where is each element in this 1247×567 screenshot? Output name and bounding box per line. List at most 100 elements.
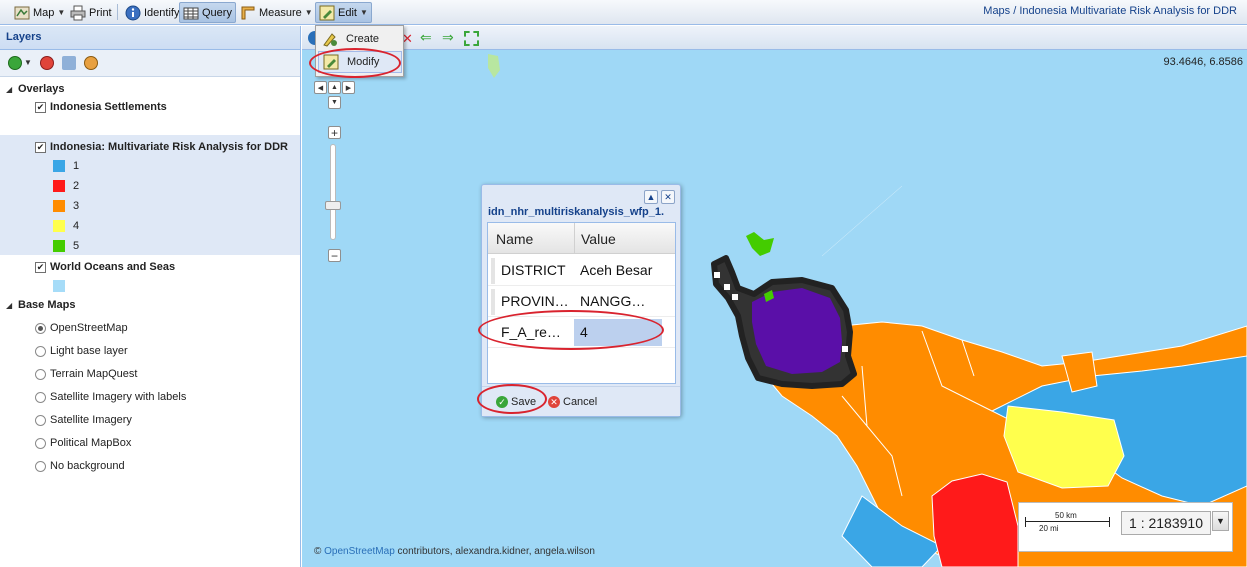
column-header-name[interactable]: Name — [496, 231, 533, 247]
vertex-handle[interactable] — [842, 346, 848, 352]
basemap-radio[interactable] — [35, 437, 46, 449]
breadcrumb[interactable]: Maps / Indonesia Multivariate Risk Analy… — [983, 5, 1237, 17]
edit-dropdown-menu: Create Modify — [315, 25, 404, 77]
wrench-icon[interactable] — [62, 56, 76, 70]
map-layer-svg[interactable] — [302, 26, 1247, 567]
chevron-down-icon[interactable]: ▼ — [1212, 511, 1229, 531]
identify-button[interactable]: Identify — [121, 2, 183, 23]
basemap-label: No background — [50, 460, 125, 472]
menu-item-modify-label: Modify — [347, 56, 380, 68]
vertex-handle[interactable] — [714, 272, 720, 278]
collapse-dialog-button[interactable]: ▲ — [644, 190, 658, 204]
print-label: Print — [89, 6, 112, 19]
map-icon — [14, 6, 30, 19]
table-row[interactable]: F_A_re… 4 — [488, 317, 675, 348]
small-island — [488, 54, 500, 78]
forward-arrow-icon[interactable]: ⇒ — [442, 29, 454, 46]
legend-label: 5 — [73, 240, 80, 252]
basemap-political[interactable]: Political MapBox — [0, 433, 300, 453]
info-icon — [125, 5, 141, 20]
identify-label: Identify — [144, 6, 180, 19]
vertex-handle[interactable] — [732, 294, 738, 300]
zoom-extent-icon[interactable] — [464, 31, 479, 46]
edit-menu-button[interactable]: Edit ▼ — [315, 2, 372, 23]
selected-feature[interactable] — [752, 288, 842, 374]
basemap-radio[interactable] — [35, 322, 46, 334]
pan-up-button[interactable]: ▲ — [328, 81, 341, 94]
legend-swatch — [53, 160, 65, 172]
map-menu-button[interactable]: Map ▼ — [10, 2, 69, 23]
scale-select[interactable]: 1 : 2183910 — [1121, 511, 1211, 535]
attribution-link[interactable]: OpenStreetMap — [324, 546, 395, 557]
table-row[interactable]: PROVIN… NANGG… — [488, 286, 675, 317]
measure-menu-button[interactable]: Measure ▼ — [236, 2, 317, 23]
print-button[interactable]: Print — [66, 2, 116, 23]
layer-indonesia-settlements[interactable]: ✔ Indonesia Settlements — [0, 97, 300, 117]
zoom-slider-handle[interactable] — [325, 201, 341, 210]
basemap-openstreetmap[interactable]: OpenStreetMap — [0, 318, 300, 338]
legend-item: 2 — [0, 176, 300, 196]
collapse-arrow-icon[interactable]: ◢ — [6, 85, 18, 94]
grid-header: Name Value — [488, 223, 675, 254]
map-canvas[interactable]: ✕ ⇐ ⇒ 93.4646, 6.8586 ▲ ◀ ▶ ▼ + − © Open… — [302, 26, 1247, 567]
layer-checkbox[interactable]: ✔ — [35, 101, 46, 113]
basemap-label: Satellite Imagery with labels — [50, 391, 187, 403]
basemap-light[interactable]: Light base layer — [0, 341, 300, 361]
query-button[interactable]: Query — [179, 2, 236, 23]
map-toolbar: ✕ ⇐ ⇒ — [302, 26, 1247, 50]
style-palette-icon[interactable] — [84, 56, 98, 70]
basemap-radio[interactable] — [35, 414, 46, 426]
create-feature-icon — [323, 33, 337, 47]
layer-checkbox[interactable]: ✔ — [35, 141, 46, 153]
base-maps-group[interactable]: ◢ Base Maps — [0, 295, 300, 315]
layer-multivariate-risk[interactable]: ✔ Indonesia: Multivariate Risk Analysis … — [0, 137, 300, 157]
cell-value[interactable]: NANGG… — [580, 293, 672, 309]
legend-swatch — [53, 220, 65, 232]
pan-down-button[interactable]: ▼ — [328, 96, 341, 109]
legend-swatch — [53, 240, 65, 252]
close-dialog-button[interactable]: ✕ — [661, 190, 675, 204]
chevron-down-icon: ▼ — [57, 8, 66, 17]
layers-panel: Layers ▼ ◢ Overlays ✔ Indonesia Settleme… — [0, 26, 301, 567]
map-attribution: © OpenStreetMap contributors, alexandra.… — [314, 546, 595, 557]
basemap-radio[interactable] — [35, 391, 46, 403]
chevron-down-icon[interactable]: ▼ — [24, 58, 32, 67]
column-header-value[interactable]: Value — [581, 231, 616, 247]
vertex-handle[interactable] — [724, 284, 730, 290]
basemap-satellite[interactable]: Satellite Imagery — [0, 410, 300, 430]
legend-swatch — [53, 180, 65, 192]
layer-world-oceans[interactable]: ✔ World Oceans and Seas — [0, 257, 300, 277]
remove-layer-icon[interactable] — [40, 56, 54, 70]
basemap-none[interactable]: No background — [0, 456, 300, 476]
pan-left-button[interactable]: ◀ — [314, 81, 327, 94]
cancel-button[interactable]: ✕ Cancel — [544, 393, 601, 411]
pan-right-button[interactable]: ▶ — [342, 81, 355, 94]
basemap-radio[interactable] — [35, 345, 46, 357]
legend-swatch — [53, 280, 65, 292]
menu-item-create[interactable]: Create — [318, 28, 402, 50]
zoom-in-button[interactable]: + — [328, 126, 341, 140]
table-row[interactable]: DISTRICT Aceh Besar — [488, 255, 675, 286]
zoom-out-button[interactable]: − — [328, 249, 341, 263]
layer-checkbox[interactable]: ✔ — [35, 261, 46, 273]
menu-item-modify[interactable]: Modify — [318, 51, 402, 73]
overlays-group[interactable]: ◢ Overlays — [0, 79, 300, 99]
basemap-radio[interactable] — [35, 368, 46, 380]
cell-value[interactable]: 4 — [580, 324, 660, 340]
basemap-satellite-labels[interactable]: Satellite Imagery with labels — [0, 387, 300, 407]
zoom-slider[interactable] — [330, 144, 336, 240]
cell-value[interactable]: Aceh Besar — [580, 262, 672, 278]
basemap-label: Terrain MapQuest — [50, 368, 138, 380]
basemap-terrain[interactable]: Terrain MapQuest — [0, 364, 300, 384]
basemap-radio[interactable] — [35, 460, 46, 472]
collapse-arrow-icon[interactable]: ◢ — [6, 301, 18, 310]
edit-pencil-icon — [319, 5, 335, 20]
legend-item: 5 — [0, 236, 300, 256]
back-arrow-icon[interactable]: ⇐ — [420, 29, 432, 46]
basemap-label: Political MapBox — [50, 437, 132, 449]
scale-bar-line — [1025, 521, 1109, 522]
add-layer-icon[interactable] — [8, 56, 22, 70]
scale-bar-tick — [1025, 517, 1026, 527]
save-button[interactable]: ✓ Save — [492, 393, 540, 411]
layers-header: Layers — [0, 26, 300, 50]
